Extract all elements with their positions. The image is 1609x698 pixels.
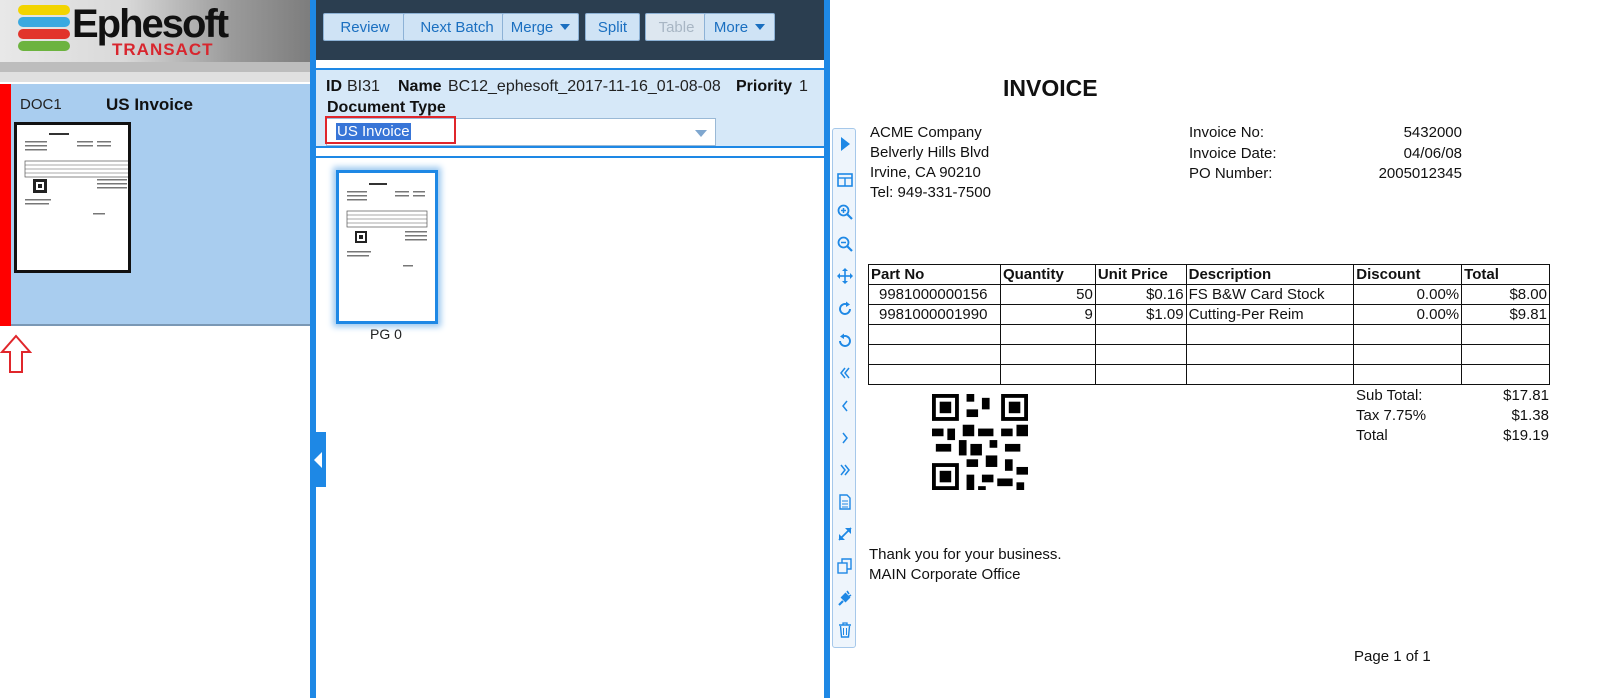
document-thumbnail[interactable] <box>14 122 131 273</box>
page-label: PG 0 <box>370 326 402 342</box>
column-header: Quantity <box>999 264 1096 285</box>
split-button[interactable]: Split <box>585 13 640 41</box>
meta-value: 2005012345 <box>1378 165 1462 182</box>
qr-code <box>932 394 1028 490</box>
logo-stripe-green <box>18 41 70 51</box>
arrow-up-icon <box>0 334 33 379</box>
footer-line: Thank you for your business. <box>869 546 1062 563</box>
batch-priority-label: Priority <box>736 78 793 95</box>
totals-value: $17.81 <box>1503 387 1549 404</box>
page-info: Page 1 of 1 <box>1354 648 1431 665</box>
column-header: Part No <box>868 264 1001 285</box>
totals-label: Total <box>1356 427 1388 444</box>
company-line: Irvine, CA 90210 <box>870 164 981 181</box>
document-icon[interactable] <box>836 493 854 511</box>
error-indicator <box>0 84 11 326</box>
totals-value: $19.19 <box>1503 427 1549 444</box>
totals-value: $1.38 <box>1511 407 1549 424</box>
rotate-ccw-icon[interactable] <box>836 332 854 350</box>
table-row <box>868 324 1550 345</box>
meta-label: Invoice Date: <box>1189 145 1277 162</box>
meta-value: 04/06/08 <box>1403 145 1462 162</box>
invoice-document: INVOICE ACME Company Belverly Hills Blvd… <box>860 70 1560 690</box>
play-icon[interactable] <box>836 135 854 153</box>
more-button[interactable]: More <box>704 13 775 41</box>
batch-id-value: BI31 <box>347 78 380 95</box>
chevron-down-icon <box>755 24 766 30</box>
batch-info: ID BI31 Name BC12_ephesoft_2017-11-16_01… <box>316 68 824 148</box>
error-highlight <box>325 116 456 144</box>
delete-icon[interactable] <box>836 621 854 639</box>
chevron-down-icon <box>560 24 571 30</box>
document-type: US Invoice <box>106 95 193 114</box>
totals-label: Sub Total: <box>1356 387 1423 404</box>
prev-page-icon[interactable] <box>836 397 854 415</box>
app-logo-bar: Ephesoft TRANSACT <box>0 0 310 82</box>
table-button: Table <box>645 13 708 41</box>
line-items-table: Part No Quantity Unit Price Description … <box>868 264 1550 385</box>
viewer-toolbar <box>832 128 856 648</box>
divider <box>316 156 824 158</box>
invoice-title: INVOICE <box>1003 75 1098 101</box>
logo-stripe-red <box>18 29 70 39</box>
meta-label: Invoice No: <box>1189 124 1265 141</box>
table-header-row: Part No Quantity Unit Price Description … <box>868 264 1550 285</box>
table-row: 9981000000156 50 $0.16 FS B&W Card Stock… <box>868 284 1550 305</box>
batch-priority-value: 1 <box>799 78 808 95</box>
footer-line: MAIN Corporate Office <box>869 566 1021 583</box>
next-page-icon[interactable] <box>836 429 854 447</box>
batch-name-label: Name <box>398 78 442 95</box>
batch-panel: Review Next Batch Merge Split Table More… <box>310 0 830 698</box>
logo-stripe-blue <box>18 17 70 27</box>
company-line: Belverly Hills Blvd <box>870 144 990 161</box>
zoom-out-icon[interactable] <box>836 235 854 253</box>
column-header: Total <box>1461 264 1550 285</box>
copy-icon[interactable] <box>836 557 854 575</box>
table-row <box>868 344 1550 365</box>
table-row: 9981000001990 9 $1.09 Cutting-Per Reim 0… <box>868 304 1550 325</box>
zoom-in-icon[interactable] <box>836 203 854 221</box>
fit-icon[interactable] <box>836 525 854 543</box>
last-page-icon[interactable] <box>836 461 854 479</box>
move-icon[interactable] <box>836 267 854 285</box>
column-header: Description <box>1185 264 1355 285</box>
document-id: DOC1 <box>20 96 62 113</box>
company-line: Tel: 949-331-7500 <box>870 184 991 201</box>
company-line: ACME Company <box>870 124 982 141</box>
column-header: Unit Price <box>1094 264 1187 285</box>
totals-label: Tax 7.75% <box>1356 407 1427 424</box>
batch-id-label: ID <box>326 78 342 95</box>
logo-stripe-yellow <box>18 5 70 15</box>
brand-product: TRANSACT <box>112 40 214 59</box>
plugin-icon[interactable] <box>836 589 854 607</box>
merge-button[interactable]: Merge <box>502 13 579 41</box>
chevron-left-icon <box>314 452 322 468</box>
document-type-label: Document Type <box>327 99 446 116</box>
table-row <box>868 364 1550 385</box>
document-panel: Ephesoft TRANSACT DOC1 US Invoice <box>0 0 310 698</box>
toolbar: Review Next Batch Merge Split Table More <box>316 0 824 60</box>
chevron-down-icon[interactable] <box>695 130 707 137</box>
rotate-cw-icon[interactable] <box>836 300 854 318</box>
document-card[interactable]: DOC1 US Invoice <box>0 84 310 326</box>
meta-label: PO Number: <box>1189 165 1273 182</box>
collapse-panel-button[interactable] <box>310 432 326 487</box>
review-button[interactable]: Review <box>323 13 407 41</box>
next-batch-button[interactable]: Next Batch <box>403 13 511 41</box>
column-header: Discount <box>1353 264 1463 285</box>
first-page-icon[interactable] <box>836 364 854 382</box>
batch-name-value: BC12_ephesoft_2017-11-16_01-08-08 <box>448 78 721 95</box>
page-thumbnail[interactable] <box>336 170 438 324</box>
meta-value: 5432000 <box>1403 124 1462 141</box>
split-view-icon[interactable] <box>836 171 854 189</box>
